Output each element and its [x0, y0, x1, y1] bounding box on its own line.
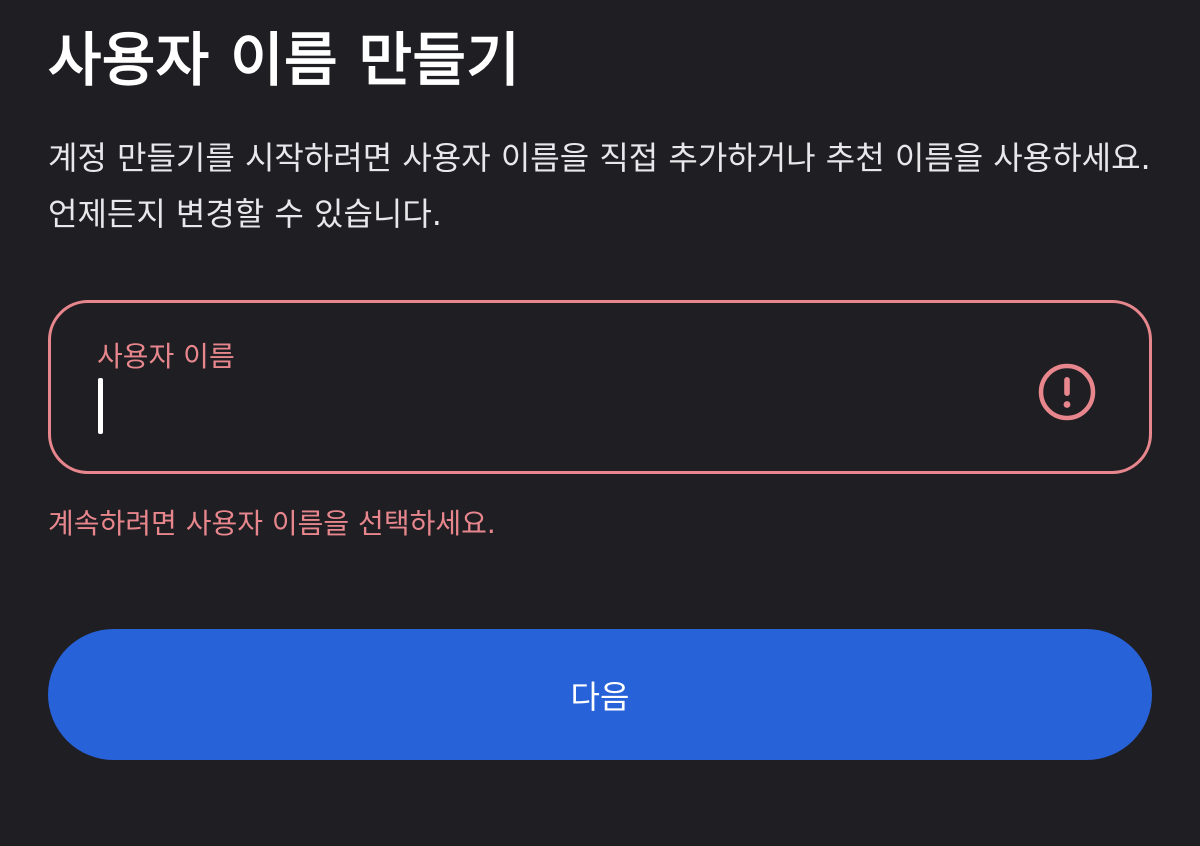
page-description: 계정 만들기를 시작하려면 사용자 이름을 직접 추가하거나 추천 이름을 사용… [48, 139, 1151, 233]
next-button[interactable]: 다음 [48, 629, 1152, 760]
alert-circle-icon [1038, 363, 1096, 421]
username-input[interactable] [95, 379, 995, 435]
username-field[interactable]: 사용자 이름 [48, 300, 1152, 474]
username-field-label: 사용자 이름 [97, 340, 235, 373]
page-title: 사용자 이름 만들기 [48, 26, 521, 94]
username-error-message: 계속하려면 사용자 이름을 선택하세요. [48, 507, 496, 540]
text-caret [98, 378, 103, 434]
